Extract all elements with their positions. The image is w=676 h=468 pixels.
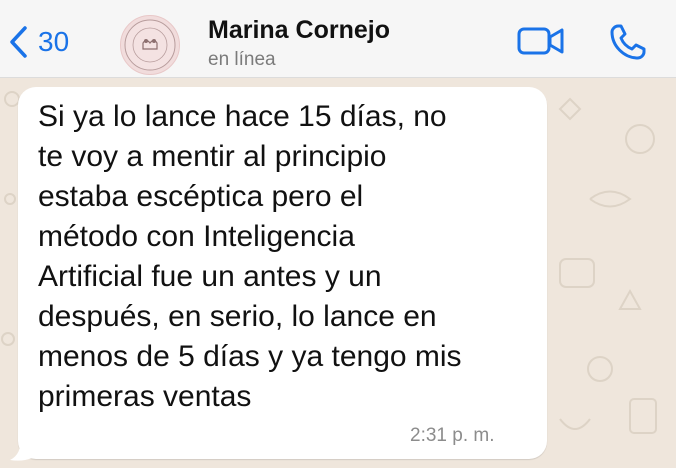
chevron-left-icon xyxy=(10,26,27,58)
message-text: Si ya lo lance hace 15 días, no te voy a… xyxy=(38,100,462,413)
unread-count: 30 xyxy=(38,26,70,57)
back-button[interactable]: 30 xyxy=(8,24,69,60)
chat-header: 30 Marina Cornejo en línea xyxy=(0,0,676,78)
contact-name[interactable]: Marina Cornejo xyxy=(208,16,390,45)
avatar-logo-icon xyxy=(124,19,176,71)
video-call-icon xyxy=(517,27,564,55)
video-call-button[interactable] xyxy=(517,25,565,62)
phone-icon xyxy=(610,24,646,60)
avatar[interactable] xyxy=(120,15,180,75)
message-timestamp: 2:31 p. m. xyxy=(410,425,495,446)
phone-call-button[interactable] xyxy=(608,22,648,67)
contact-status: en línea xyxy=(208,49,276,70)
bubble-tail xyxy=(10,438,32,461)
